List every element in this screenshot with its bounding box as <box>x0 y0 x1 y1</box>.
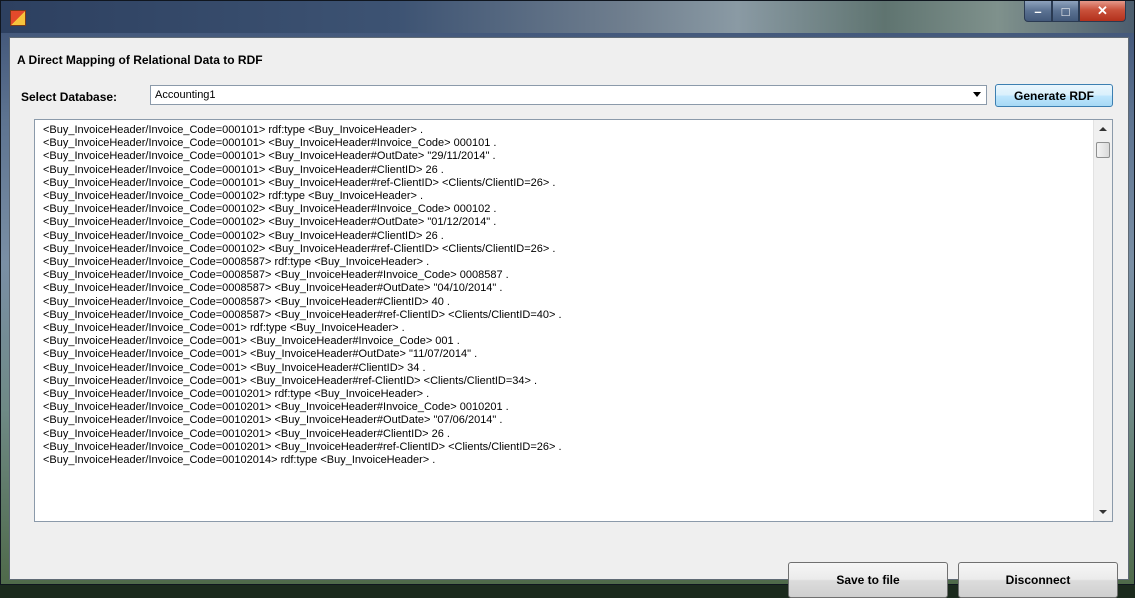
rdf-output-line: <Buy_InvoiceHeader/Invoice_Code=0008587>… <box>43 282 503 295</box>
rdf-output-line: <Buy_InvoiceHeader/Invoice_Code=0008587>… <box>43 269 509 282</box>
rdf-output-line: <Buy_InvoiceHeader/Invoice_Code=0010201>… <box>43 427 450 440</box>
form-client-area: A Direct Mapping of Relational Data to R… <box>9 37 1129 598</box>
rdf-output-line: <Buy_InvoiceHeader/Invoice_Code=000101> … <box>43 176 556 189</box>
title-bar[interactable]: – □ ✕ <box>1 1 1134 33</box>
minimize-icon: – <box>1034 3 1042 19</box>
generate-rdf-button[interactable]: Generate RDF <box>995 84 1113 107</box>
rdf-output-line: <Buy_InvoiceHeader/Invoice_Code=000102> … <box>43 242 556 255</box>
page-title: A Direct Mapping of Relational Data to R… <box>17 53 263 67</box>
rdf-output-line: <Buy_InvoiceHeader/Invoice_Code=001> <Bu… <box>43 374 538 387</box>
rdf-output-line: <Buy_InvoiceHeader/Invoice_Code=0010201>… <box>43 414 503 427</box>
rdf-output-line: <Buy_InvoiceHeader/Invoice_Code=001> <Bu… <box>43 335 460 348</box>
rdf-output-line: <Buy_InvoiceHeader/Invoice_Code=0010201>… <box>43 388 430 401</box>
rdf-output-line: <Buy_InvoiceHeader/Invoice_Code=000102> … <box>43 229 444 242</box>
rdf-output-line: <Buy_InvoiceHeader/Invoice_Code=001> <Bu… <box>43 348 478 361</box>
rdf-output-line: <Buy_InvoiceHeader/Invoice_Code=001> rdf… <box>43 322 405 335</box>
minimize-button[interactable]: – <box>1024 1 1052 22</box>
scroll-thumb[interactable] <box>1096 142 1110 158</box>
disconnect-button[interactable]: Disconnect <box>958 562 1118 598</box>
window-controls: – □ ✕ <box>1024 1 1126 22</box>
rdf-output-line: <Buy_InvoiceHeader/Invoice_Code=001> <Bu… <box>43 361 426 374</box>
rdf-output-line: <Buy_InvoiceHeader/Invoice_Code=0008587>… <box>43 256 430 269</box>
close-button[interactable]: ✕ <box>1079 1 1126 22</box>
rdf-output-line: <Buy_InvoiceHeader/Invoice_Code=000101> … <box>43 163 444 176</box>
rdf-output-line: <Buy_InvoiceHeader/Invoice_Code=000101> … <box>43 137 497 150</box>
app-icon[interactable] <box>10 10 26 26</box>
vertical-scrollbar[interactable] <box>1093 120 1112 521</box>
scroll-up-arrow-icon[interactable] <box>1099 127 1107 131</box>
scroll-down-arrow-icon[interactable] <box>1099 510 1107 514</box>
app-window: – □ ✕ A Direct Mapping of Relational Dat… <box>0 0 1135 598</box>
rdf-output-textarea[interactable]: <Buy_InvoiceHeader/Invoice_Code=000101> … <box>34 119 1113 522</box>
rdf-output-line: <Buy_InvoiceHeader/Invoice_Code=000102> … <box>43 216 497 229</box>
maximize-icon: □ <box>1061 3 1070 19</box>
select-database-label: Select Database: <box>21 90 118 104</box>
close-icon: ✕ <box>1097 3 1108 18</box>
database-select-value: Accounting1 <box>155 89 216 101</box>
chevron-down-icon[interactable] <box>973 92 981 97</box>
database-select[interactable]: Accounting1 <box>150 85 987 105</box>
save-to-file-button[interactable]: Save to file <box>788 562 948 598</box>
rdf-output-line: <Buy_InvoiceHeader/Invoice_Code=000102> … <box>43 190 424 203</box>
rdf-output-line: <Buy_InvoiceHeader/Invoice_Code=000102> … <box>43 203 497 216</box>
rdf-output-line: <Buy_InvoiceHeader/Invoice_Code=0010201>… <box>43 401 509 414</box>
rdf-output-line: <Buy_InvoiceHeader/Invoice_Code=0010201>… <box>43 440 562 453</box>
rdf-output-line: <Buy_InvoiceHeader/Invoice_Code=000101> … <box>43 124 424 136</box>
rdf-output-line: <Buy_InvoiceHeader/Invoice_Code=000101> … <box>43 150 496 163</box>
rdf-output-line: <Buy_InvoiceHeader/Invoice_Code=00102014… <box>43 454 436 467</box>
rdf-output-line: <Buy_InvoiceHeader/Invoice_Code=0008587>… <box>43 295 450 308</box>
rdf-output-line: <Buy_InvoiceHeader/Invoice_Code=0008587>… <box>43 308 562 321</box>
maximize-button[interactable]: □ <box>1052 1 1079 22</box>
rdf-output-lines: <Buy_InvoiceHeader/Invoice_Code=000101> … <box>43 124 1088 467</box>
